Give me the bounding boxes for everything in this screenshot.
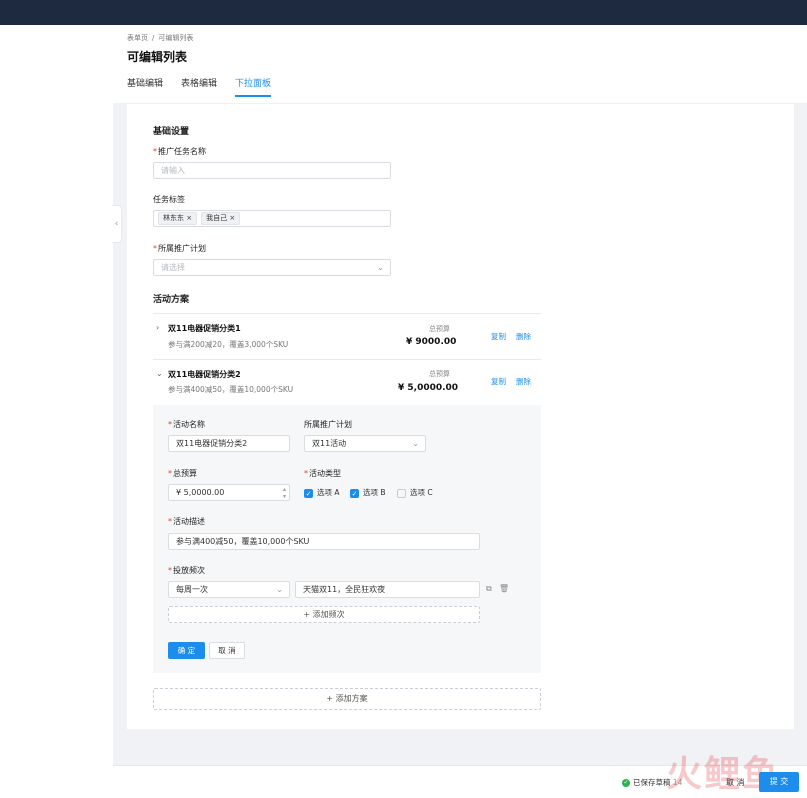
activity-plan-select[interactable]: 双11活动 ⌄	[304, 435, 426, 452]
sidebar-collapse-toggle[interactable]: ‹	[112, 205, 122, 243]
plus-icon: +	[303, 610, 313, 619]
top-navbar	[0, 0, 807, 25]
task-name-label: *推广任务名称	[153, 147, 206, 156]
section-basic-title: 基础设置	[153, 127, 190, 137]
required-mark: *	[168, 420, 172, 429]
required-mark: *	[168, 517, 172, 526]
required-mark: *	[168, 469, 172, 478]
activity-name-label: *活动名称	[168, 420, 205, 429]
checkbox-option-a[interactable]: ✓ 选项 A	[304, 487, 340, 498]
plan-select[interactable]: 请选择 ⌄	[153, 259, 391, 276]
activity-desc-input[interactable]: 参与满400减50，覆盖10,000个SKU	[168, 533, 480, 550]
plan-budget-label: 总预算	[429, 325, 450, 333]
footer-cancel-button[interactable]: 取 消	[726, 777, 745, 788]
checkbox-unchecked-icon	[397, 488, 406, 498]
plan-item-2[interactable]	[153, 359, 541, 406]
cancel-button[interactable]: 取 消	[209, 642, 245, 659]
add-frequency-button[interactable]: + 添加频次	[168, 606, 480, 623]
plan-budget-value: ¥ 9000.00	[406, 337, 457, 347]
plan-desc: 参与满400减50，覆盖10,000个SKU	[168, 385, 294, 394]
chevron-down-icon: ⌄	[276, 585, 283, 594]
activity-type-label: *活动类型	[304, 469, 341, 478]
chevron-down-icon: ⌄	[412, 439, 419, 448]
delete-plan-link[interactable]: 删除	[516, 376, 531, 387]
plan-item-1[interactable]	[153, 313, 541, 360]
tab-basic-edit[interactable]: 基础编辑	[127, 76, 163, 97]
activity-plan-label: 所属推广计划	[304, 420, 352, 429]
chevron-down-icon: ⌄	[377, 263, 384, 272]
required-mark: *	[153, 244, 157, 253]
budget-label: *总预算	[168, 469, 197, 478]
tab-table-edit[interactable]: 表格编辑	[181, 76, 217, 97]
confirm-button[interactable]: 确 定	[168, 642, 205, 659]
task-name-input[interactable]: 请输入	[153, 162, 391, 179]
tab-bar: 基础编辑 表格编辑 下拉面板	[127, 76, 289, 97]
plan-name: 双11电器促销分类2	[168, 370, 241, 379]
frequency-note-input[interactable]: 天猫双11，全民狂欢夜	[295, 581, 480, 598]
page-title: 可编辑列表	[127, 50, 188, 64]
breadcrumb-root[interactable]: 表单页	[127, 34, 148, 42]
plan-desc: 参与满200减20，覆盖3,000个SKU	[168, 340, 289, 349]
copy-plan-link[interactable]: 复制	[491, 331, 506, 342]
activity-desc-label: *活动描述	[168, 517, 205, 526]
close-icon[interactable]: ×	[229, 214, 235, 222]
add-plan-button[interactable]: + 添加方案	[153, 688, 541, 710]
checkbox-option-c[interactable]: 选项 C	[397, 487, 433, 498]
breadcrumb: 表单页 / 可编辑列表	[127, 33, 197, 43]
tag-item: 我自己 ×	[201, 212, 241, 225]
copy-icon[interactable]: ⧉	[486, 584, 492, 594]
chevron-down-icon[interactable]: ⌄	[156, 369, 163, 378]
check-circle-icon: ✓	[622, 779, 630, 787]
chevron-right-icon[interactable]: ›	[156, 323, 159, 332]
delete-icon[interactable]: 🗑	[499, 584, 509, 593]
required-mark: *	[153, 147, 157, 156]
required-mark: *	[168, 566, 172, 575]
task-tags-select[interactable]: 林东东 × 我自己 ×	[153, 210, 391, 227]
chevron-left-icon: ‹	[114, 219, 119, 229]
required-mark: *	[304, 469, 308, 478]
tab-dropdown-panel[interactable]: 下拉面板	[235, 76, 272, 97]
plan-budget-value: ¥ 5,0000.00	[398, 383, 459, 393]
delete-plan-link[interactable]: 删除	[516, 331, 531, 342]
task-tags-label: 任务标签	[153, 195, 185, 204]
stepper-arrows-icon[interactable]: ▴ ▾	[283, 486, 286, 500]
breadcrumb-current: 可编辑列表	[158, 34, 194, 42]
section-activity-title: 活动方案	[153, 295, 190, 305]
copy-plan-link[interactable]: 复制	[491, 376, 506, 387]
tag-item: 林东东 ×	[158, 212, 198, 225]
plus-icon: +	[326, 694, 336, 703]
checkbox-option-b[interactable]: ✓ 选项 B	[350, 487, 386, 498]
plan-name: 双11电器促销分类1	[168, 324, 241, 333]
frequency-label: *投放频次	[168, 566, 205, 575]
sidebar	[0, 25, 113, 765]
budget-number-input[interactable]: ¥ 5,0000.00 ▴ ▾	[168, 484, 290, 501]
frequency-select[interactable]: 每周一次 ⌄	[168, 581, 290, 598]
activity-name-input[interactable]: 双11电器促销分类2	[168, 435, 290, 452]
close-icon[interactable]: ×	[186, 214, 192, 222]
checkbox-checked-icon: ✓	[350, 488, 359, 498]
footer-submit-button[interactable]: 提 交	[759, 772, 799, 792]
plan-budget-label: 总预算	[429, 370, 450, 378]
checkbox-checked-icon: ✓	[304, 488, 313, 498]
breadcrumb-separator: /	[152, 34, 155, 42]
plan-select-label: *所属推广计划	[153, 244, 206, 253]
